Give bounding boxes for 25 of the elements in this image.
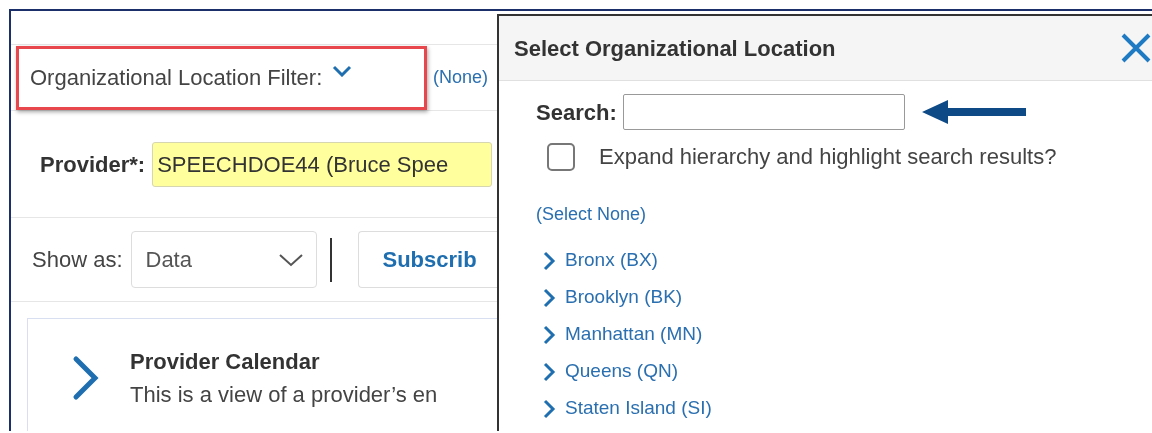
filter-value-link[interactable]: (None) bbox=[433, 64, 489, 91]
show-as-label: Show as: bbox=[32, 246, 123, 274]
arrow-icon bbox=[921, 98, 1028, 126]
provider-field[interactable]: SPEECHDOE44 (Bruce Spee bbox=[152, 141, 493, 187]
chevron-down-icon bbox=[277, 252, 304, 267]
tree-item[interactable]: Bronx (BX) bbox=[565, 246, 658, 275]
card-title: Provider Calendar bbox=[130, 348, 321, 376]
chevron-right-icon bbox=[72, 355, 100, 401]
show-as-dropdown[interactable]: Data bbox=[130, 231, 317, 288]
subscribe-button[interactable]: Subscrib bbox=[357, 231, 498, 288]
filter-label: Organizational Location Filter: bbox=[30, 64, 323, 92]
provider-label: Provider*: bbox=[40, 150, 146, 179]
tree-item[interactable]: Manhattan (MN) bbox=[565, 320, 703, 349]
checkbox-label: Expand hierarchy and highlight search results? bbox=[599, 143, 1057, 171]
chevron-down-icon[interactable] bbox=[332, 64, 353, 77]
close-button[interactable] bbox=[1119, 31, 1152, 65]
tree-item[interactable]: Staten Island (SI) bbox=[565, 394, 712, 423]
tree-item[interactable]: Queens (QN) bbox=[565, 357, 678, 386]
tree-item[interactable]: Brooklyn (BK) bbox=[565, 283, 683, 312]
checkbox[interactable] bbox=[547, 142, 575, 171]
search-field[interactable] bbox=[622, 94, 905, 130]
dialog-title: Select Organizational Location bbox=[514, 34, 836, 63]
select-none-link[interactable]: (Select None) bbox=[536, 201, 647, 228]
card-description: This is a view of a provider’s en bbox=[130, 381, 438, 409]
search-label: Search: bbox=[536, 98, 617, 127]
